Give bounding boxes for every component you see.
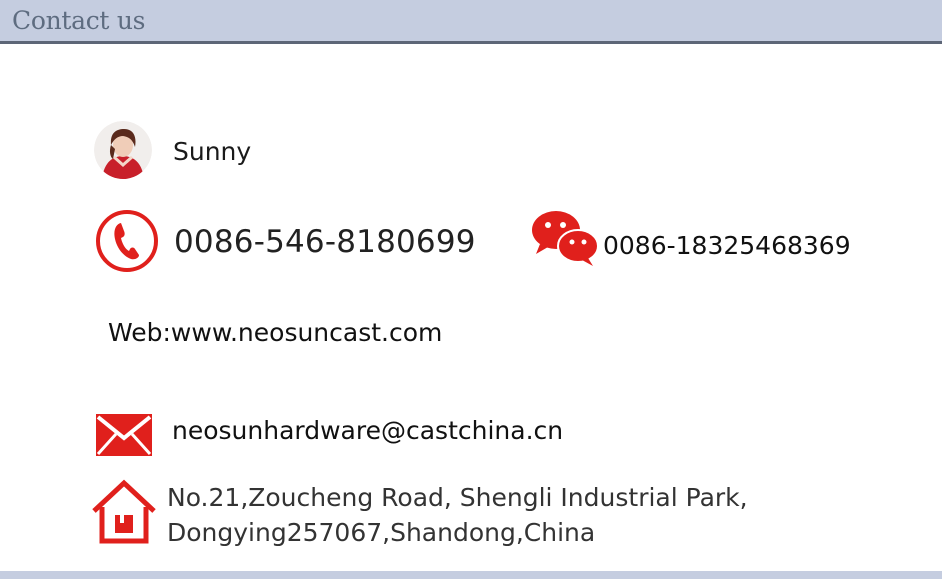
header-bar: Contact us xyxy=(0,0,942,44)
website-link[interactable]: Web:www.neosuncast.com xyxy=(108,318,442,347)
phone-number: 0086-546-8180699 xyxy=(174,224,476,260)
footer-bar xyxy=(0,571,942,579)
wechat-icon xyxy=(530,208,600,268)
phone-icon xyxy=(94,209,160,273)
address-line-1: No.21,Zoucheng Road, Shengli Industrial … xyxy=(167,483,748,512)
page-title: Contact us xyxy=(12,6,146,35)
house-icon xyxy=(90,479,158,545)
address-line-2: Dongying257067,Shandong,China xyxy=(167,518,596,547)
email-link[interactable]: neosunhardware@castchina.cn xyxy=(172,416,563,445)
mail-icon xyxy=(96,414,152,456)
address: No.21,Zoucheng Road, Shengli Industrial … xyxy=(167,480,748,550)
wechat-number: 0086-18325468369 xyxy=(603,231,851,260)
contact-name: Sunny xyxy=(173,137,252,166)
avatar xyxy=(94,121,152,179)
